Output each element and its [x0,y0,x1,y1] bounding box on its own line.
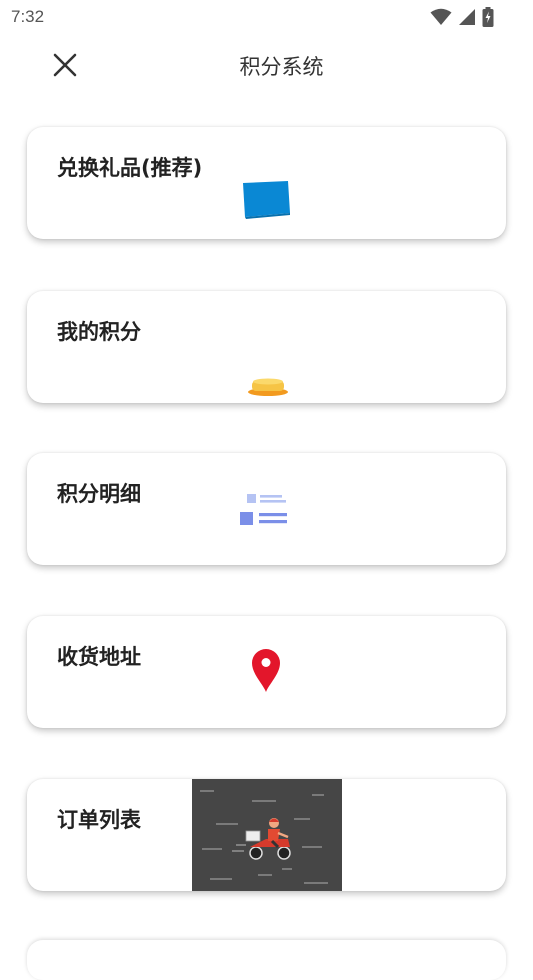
card-label: 兑换礼品(推荐) [57,156,203,180]
location-pin-icon [252,649,280,692]
wifi-icon [430,8,452,25]
next-card-peek [27,940,506,980]
card-label: 订单列表 [57,808,141,832]
card-label: 收货地址 [57,645,141,669]
signal-icon [459,9,475,25]
card-my-points[interactable]: 我的积分 [27,291,506,403]
status-time: 7:32 [11,7,45,26]
status-bar: 7:32 [0,0,533,36]
status-icons [430,6,494,28]
battery-charging-icon [482,7,494,27]
page-title: 积分系统 [239,55,324,79]
card-label: 我的积分 [57,320,141,344]
card-order-list[interactable]: 订单列表 [27,779,506,891]
app-header: 积分系统 [0,38,533,94]
delivery-scooter-illustration [192,779,342,891]
coins-icon [248,378,288,396]
card-shipping-address[interactable]: 收货地址 [27,616,506,728]
card-points-details[interactable]: 积分明细 [27,453,506,565]
gift-card-icon [243,181,290,219]
list-details-icon [240,494,287,525]
card-redeem-gifts[interactable]: 兑换礼品(推荐) [27,127,506,239]
card-label: 积分明细 [57,482,141,506]
